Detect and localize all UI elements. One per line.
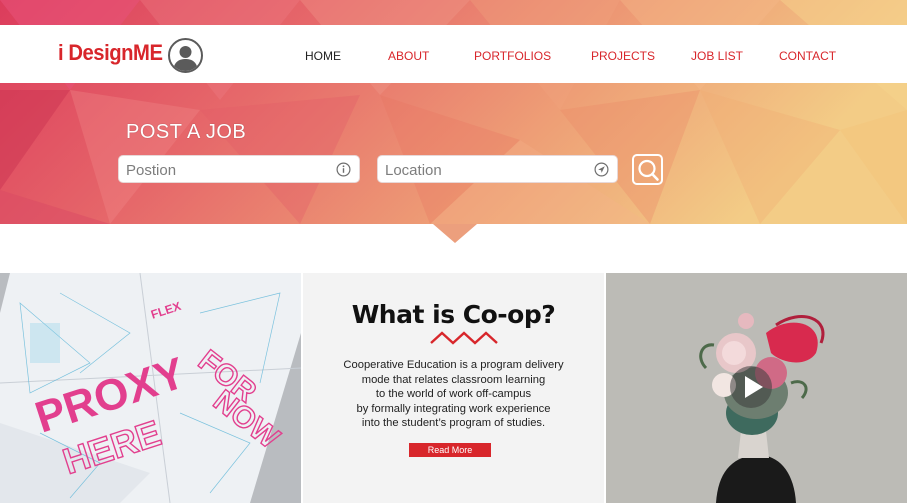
hero-pointer (433, 224, 477, 243)
search-button[interactable] (632, 154, 663, 185)
position-field (118, 155, 360, 183)
location-input[interactable] (385, 160, 584, 180)
coop-description-line: Cooperative Education is a program deliv… (343, 359, 564, 371)
coop-info-panel: What is Co-op? Cooperative Education is … (303, 273, 604, 503)
coop-title: What is Co-op? (351, 300, 556, 329)
play-button[interactable] (730, 366, 772, 408)
zigzag-decoration (430, 331, 498, 345)
coop-description-line: by formally integrating work experience (356, 402, 551, 415)
search-icon (637, 159, 659, 181)
post-job-title: POST A JOB (126, 121, 247, 143)
location-field (377, 155, 618, 183)
coop-description-line: mode that relates classroom learning (361, 373, 546, 386)
floral-portrait-image (606, 273, 907, 503)
nav-projects[interactable]: PROJECTS (591, 49, 655, 63)
nav-portfolios[interactable]: PORTFOLIOS (474, 49, 551, 63)
site-header: i DesignME HOME ABOUT PORTFOLIOS PROJECT… (0, 25, 907, 83)
location-arrow-icon[interactable] (594, 162, 609, 177)
nav-job-list[interactable]: JOB LIST (691, 49, 743, 63)
coop-description-line: to the world of work off-campus (375, 388, 532, 401)
proxy-poster-image: PROXY HERE FOR NOW FLEX (0, 273, 301, 503)
nav-about[interactable]: ABOUT (388, 49, 429, 63)
info-icon[interactable] (336, 162, 351, 177)
main-nav: HOME ABOUT PORTFOLIOS PROJECTS JOB LIST … (0, 49, 907, 65)
nav-contact[interactable]: CONTACT (779, 49, 836, 63)
play-icon (745, 376, 763, 398)
nav-home[interactable]: HOME (305, 49, 341, 63)
coop-description-line: into the student’s program of studies. (361, 417, 546, 430)
read-more-button[interactable]: Read More (409, 443, 491, 457)
position-input[interactable] (126, 160, 326, 180)
coop-description: Cooperative Education is a program deliv… (313, 358, 594, 431)
